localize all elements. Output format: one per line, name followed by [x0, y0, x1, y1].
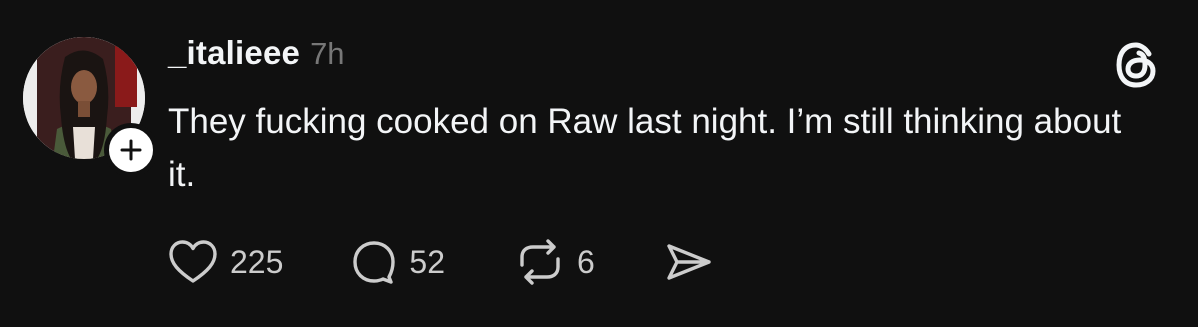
follow-button[interactable]: [104, 123, 158, 177]
reply-count: 52: [409, 243, 445, 280]
repost-button[interactable]: 6: [515, 236, 595, 288]
username[interactable]: _italieee: [168, 34, 300, 72]
reply-button[interactable]: 52: [351, 236, 445, 288]
threads-logo-icon[interactable]: [1112, 40, 1162, 90]
repost-count: 6: [576, 243, 595, 280]
repost-icon: [520, 239, 560, 285]
like-button[interactable]: 225: [168, 236, 283, 288]
share-button[interactable]: [665, 236, 713, 288]
plus-icon: [120, 139, 142, 161]
post-timestamp: 7h: [310, 36, 345, 71]
heart-icon: [169, 240, 217, 283]
comment-icon: [353, 241, 396, 284]
post-header: _italieee 7h: [168, 34, 345, 76]
avatar-container: [23, 37, 158, 177]
post-text: They fucking cooked on Raw last night. I…: [168, 102, 1122, 194]
send-icon: [667, 244, 711, 280]
like-count: 225: [230, 243, 284, 280]
post-actions: 225 52 6: [168, 236, 713, 288]
thread-post: _italieee 7h They fucking cooked on Raw …: [0, 0, 1198, 327]
